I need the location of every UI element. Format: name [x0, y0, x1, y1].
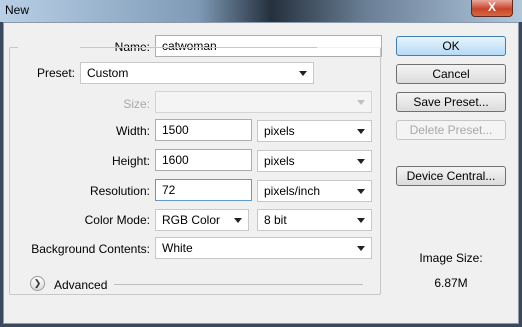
- advanced-label[interactable]: Advanced: [54, 278, 107, 292]
- resolution-input[interactable]: 72: [155, 179, 252, 201]
- delete-preset-button[interactable]: Delete Preset...: [396, 120, 506, 140]
- chevron-down-icon: [357, 246, 365, 251]
- image-size-label: Image Size:: [419, 251, 483, 265]
- window-title: New: [5, 3, 30, 17]
- background-contents-label: Background Contents:: [31, 242, 150, 256]
- resolution-unit-value: pixels/inch: [264, 184, 321, 198]
- width-unit-dropdown[interactable]: pixels: [257, 120, 372, 142]
- close-button[interactable]: X: [471, 0, 513, 17]
- bit-depth-value: 8 bit: [264, 213, 287, 227]
- double-chevron-down-icon[interactable]: ❯: [30, 276, 45, 291]
- image-size-value: 6.87M: [434, 276, 468, 290]
- resolution-unit-dropdown[interactable]: pixels/inch: [257, 180, 372, 202]
- bit-depth-dropdown[interactable]: 8 bit: [257, 209, 372, 231]
- preset-label: Preset:: [36, 66, 75, 80]
- ok-button[interactable]: OK: [396, 36, 506, 56]
- save-preset-button[interactable]: Save Preset...: [396, 92, 506, 112]
- advanced-divider: [114, 284, 363, 285]
- chevron-down-icon: [234, 218, 242, 223]
- preset-dropdown[interactable]: Custom: [80, 62, 314, 84]
- width-unit-value: pixels: [264, 124, 295, 138]
- preset-line-gap: [317, 47, 381, 48]
- chevron-down-icon: [299, 71, 307, 76]
- color-mode-label: Color Mode:: [84, 213, 150, 227]
- height-label: Height:: [111, 154, 150, 168]
- resolution-label: Resolution:: [89, 184, 150, 198]
- title-bar: New X: [0, 0, 522, 22]
- device-central-button[interactable]: Device Central...: [396, 166, 506, 186]
- background-contents-dropdown[interactable]: White: [155, 237, 372, 259]
- background-contents-value: White: [162, 241, 193, 255]
- size-dropdown[interactable]: [155, 91, 372, 113]
- chevron-down-icon: [357, 129, 365, 134]
- preset-label-background: [18, 40, 80, 58]
- chevron-down-icon: [357, 218, 365, 223]
- cancel-button[interactable]: Cancel: [396, 64, 506, 84]
- height-unit-dropdown[interactable]: pixels: [257, 150, 372, 172]
- height-unit-value: pixels: [264, 154, 295, 168]
- preset-value: Custom: [87, 66, 129, 80]
- color-mode-value: RGB Color: [162, 213, 221, 227]
- height-input[interactable]: 1600: [155, 149, 252, 171]
- close-icon: X: [487, 0, 496, 14]
- size-label: Size:: [123, 97, 150, 111]
- chevron-down-icon: [357, 189, 365, 194]
- color-mode-dropdown[interactable]: RGB Color: [155, 209, 249, 231]
- width-input[interactable]: 1500: [155, 119, 252, 141]
- width-label: Width:: [115, 124, 150, 138]
- chevron-down-icon: [357, 100, 365, 105]
- chevron-down-icon: [357, 159, 365, 164]
